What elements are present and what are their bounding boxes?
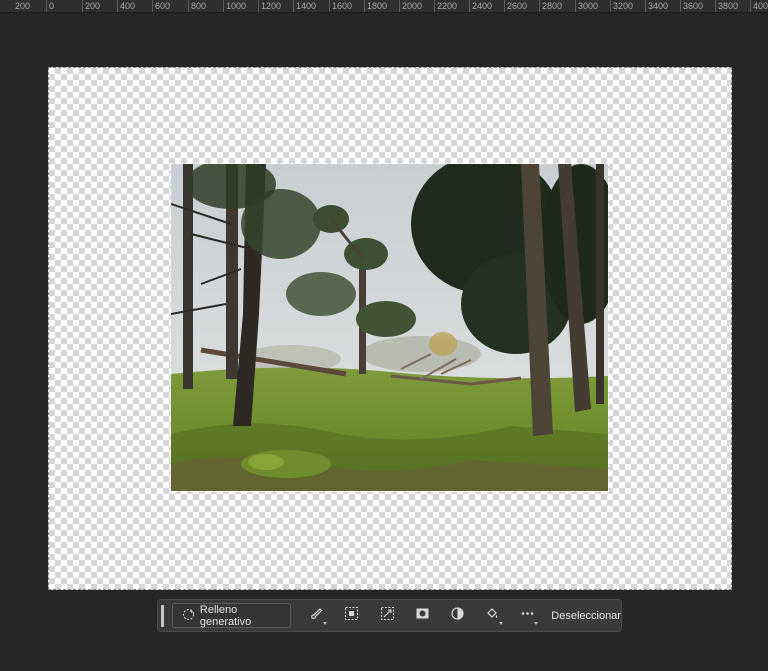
transform-selection-icon <box>380 606 395 626</box>
horizontal-ruler: 200 0 200 400 600 800 1000 1200 1400 160… <box>0 0 768 13</box>
ruler-label: 0 <box>49 1 55 11</box>
select-subject-icon <box>344 606 359 626</box>
ruler-label: 1200 <box>261 1 282 11</box>
adjustment-button[interactable] <box>440 603 475 628</box>
ruler-label: 2800 <box>542 1 563 11</box>
select-subject-button[interactable] <box>334 603 369 628</box>
ruler-label: 3400 <box>648 1 669 11</box>
forest-photo <box>171 164 608 491</box>
sparkle-icon <box>182 608 195 624</box>
contextual-task-bar: Relleno generativo Deseleccionar <box>157 599 622 632</box>
more-options-button[interactable] <box>510 603 545 628</box>
ruler-label: 200 <box>15 1 31 11</box>
ruler-label: 1600 <box>332 1 353 11</box>
ruler-label: 400 <box>120 1 136 11</box>
ruler-label: 3800 <box>718 1 739 11</box>
brush-tool-button[interactable] <box>299 603 334 628</box>
ruler-label: 200 <box>85 1 101 11</box>
photo-layer[interactable] <box>170 163 609 492</box>
ruler-label: 1400 <box>296 1 317 11</box>
ruler-label: 2600 <box>507 1 528 11</box>
ruler-label: 3600 <box>683 1 704 11</box>
ruler-label: 600 <box>155 1 171 11</box>
generative-fill-button[interactable]: Relleno generativo <box>171 603 292 628</box>
ruler-label: 1800 <box>367 1 388 11</box>
ruler-label: 2400 <box>472 1 493 11</box>
mask-icon <box>415 606 430 626</box>
add-mask-button[interactable] <box>405 603 440 628</box>
generative-fill-label: Relleno generativo <box>199 603 252 628</box>
ruler-label: 400 <box>753 1 768 11</box>
deselect-button[interactable]: Deseleccionar <box>551 610 621 622</box>
more-icon <box>520 606 535 626</box>
fill-button[interactable] <box>475 603 510 628</box>
ruler-label: 2200 <box>437 1 458 11</box>
ruler-label: 3000 <box>578 1 599 11</box>
fill-bucket-icon <box>485 606 500 626</box>
transform-selection-button[interactable] <box>370 603 405 628</box>
ruler-label: 800 <box>191 1 207 11</box>
ruler-label: 2000 <box>402 1 423 11</box>
brush-icon <box>309 606 324 626</box>
adjustment-icon <box>450 606 465 626</box>
drag-handle[interactable] <box>161 604 164 627</box>
ruler-label: 1000 <box>226 1 247 11</box>
ruler-label: 3200 <box>613 1 634 11</box>
